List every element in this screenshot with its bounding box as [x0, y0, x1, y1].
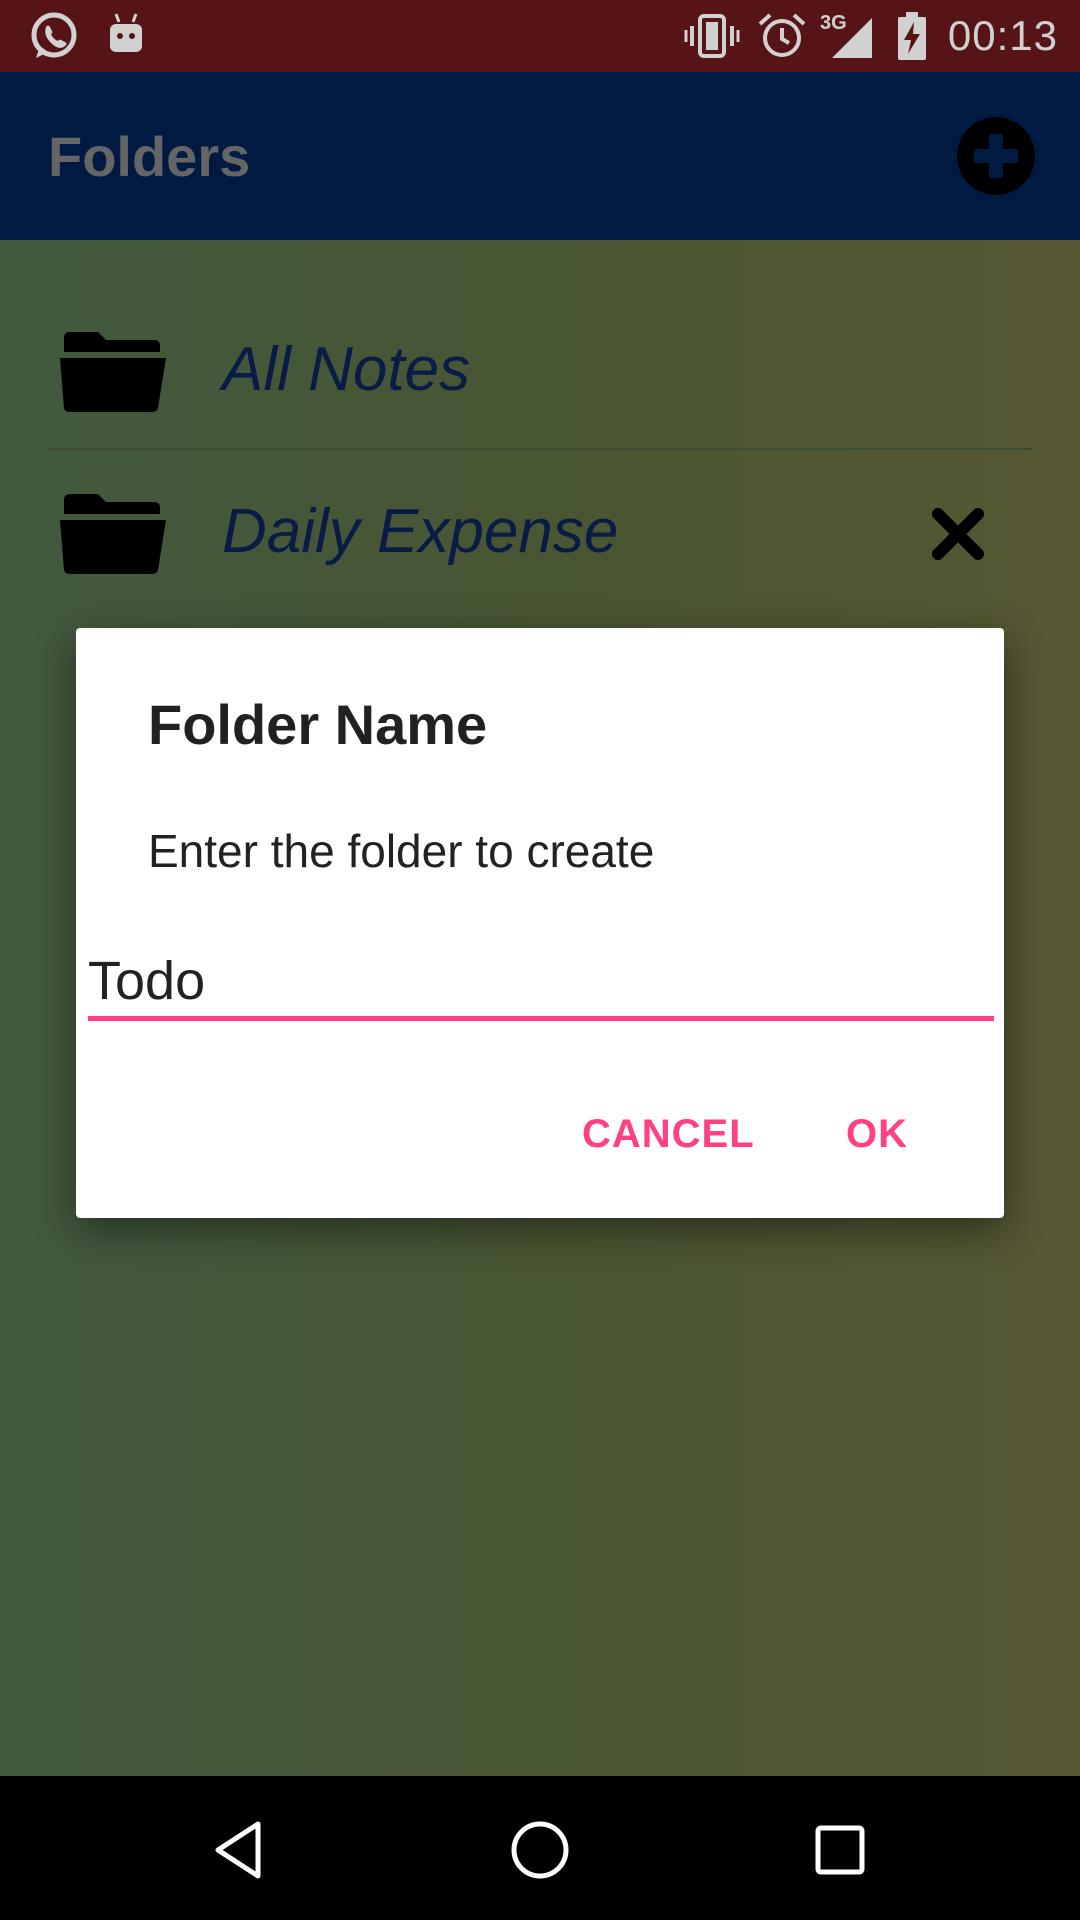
input-underline: [88, 1016, 994, 1021]
folder-name-input[interactable]: [88, 946, 992, 1016]
folder-name-dialog: Folder Name Enter the folder to create C…: [76, 628, 1004, 1218]
navigation-bar: [0, 1776, 1080, 1920]
home-icon[interactable]: [508, 1818, 572, 1882]
dialog-title: Folder Name: [148, 693, 488, 756]
dialog-message: Enter the folder to create: [148, 825, 655, 877]
cancel-button[interactable]: CANCEL: [582, 1112, 755, 1157]
recents-icon[interactable]: [808, 1818, 872, 1882]
ok-button[interactable]: OK: [846, 1112, 908, 1157]
back-icon[interactable]: [208, 1818, 272, 1882]
